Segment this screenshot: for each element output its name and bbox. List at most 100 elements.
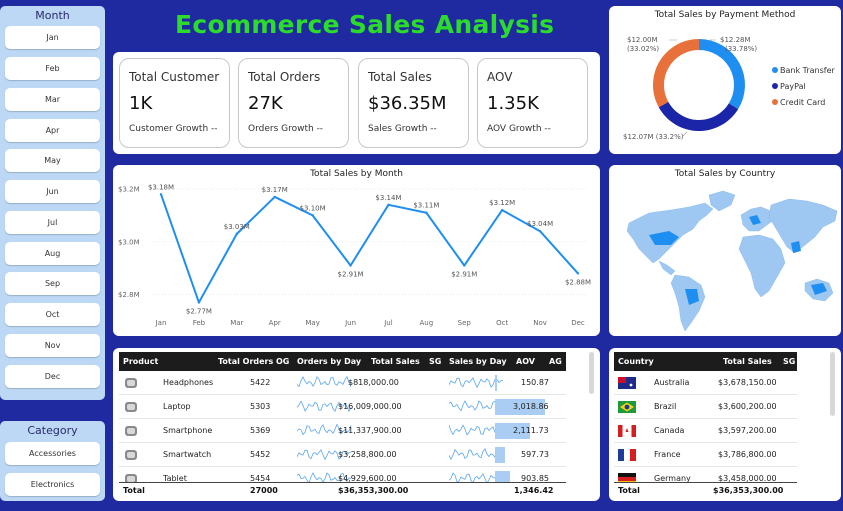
category-item-electronics[interactable]: Electronics	[5, 473, 100, 496]
table-row[interactable]: France $3,786,800.00	[614, 443, 797, 467]
laptop-icon	[123, 400, 139, 414]
month-item-sep[interactable]: Sep	[5, 272, 100, 295]
col-ag[interactable]: AG	[549, 352, 562, 371]
month-item-apr[interactable]: Apr	[5, 119, 100, 142]
table-row[interactable]: Canada $3,597,200.00	[614, 419, 797, 443]
france-flag-icon	[618, 449, 636, 461]
data-label: $3.14M	[375, 194, 401, 202]
product-orders: 5422	[250, 378, 271, 387]
slice-label-bank-value: $12.28M	[720, 36, 751, 44]
month-item-aug[interactable]: Aug	[5, 242, 100, 265]
kpi-growth: Customer Growth --	[129, 124, 218, 134]
product-table-header: Product Total Orders OG Orders by Day To…	[119, 352, 566, 371]
smartphone-icon	[123, 424, 139, 438]
aov-data-bar	[495, 447, 505, 463]
kpi-label: AOV	[487, 70, 513, 84]
col-aov[interactable]: AOV	[516, 352, 535, 371]
month-item-dec[interactable]: Dec	[5, 365, 100, 388]
product-orders: 5452	[250, 450, 271, 459]
col-total-sales[interactable]: Total Sales	[371, 352, 420, 371]
col-sales-by-day[interactable]: Sales by Day	[449, 352, 507, 371]
total-label: Total	[618, 486, 640, 495]
x-tick-label: Apr	[269, 319, 281, 327]
product-name: Smartwatch	[163, 450, 212, 459]
x-tick-label: Sep	[458, 319, 472, 327]
data-point	[235, 232, 239, 236]
data-point	[538, 230, 542, 233]
month-item-jan[interactable]: Jan	[5, 26, 100, 49]
col-sg[interactable]: SG	[783, 352, 795, 371]
product-thumb	[125, 378, 137, 388]
month-item-feb[interactable]: Feb	[5, 57, 100, 80]
month-item-oct[interactable]: Oct	[5, 303, 100, 326]
category-slicer: Category Accessories Electronics	[0, 421, 105, 501]
month-item-nov[interactable]: Nov	[5, 334, 100, 357]
kpi-growth: Orders Growth --	[248, 124, 324, 134]
table-row[interactable]: Smartphone 5369 $11,337,900.00 2,111.73	[119, 419, 566, 443]
product-table-scrollbar[interactable]	[589, 352, 594, 394]
kpi-card-aov: AOV 1.35K AOV Growth --	[477, 58, 588, 148]
data-point	[425, 211, 428, 214]
donut-slice-paypal[interactable]	[658, 101, 739, 131]
kpi-value: 1K	[129, 93, 153, 114]
product-sales: $11,337,900.00	[338, 426, 402, 435]
col-og[interactable]: OG	[276, 352, 289, 371]
sales-by-month-chart: Total Sales by Month $3.2M $3.0M $2.8M Jan F…	[113, 165, 600, 336]
table-row[interactable]: Laptop 5303 $16,009,000.00 3,018.86	[119, 395, 566, 419]
col-sg[interactable]: SG	[429, 352, 441, 371]
legend-dot-paypal	[772, 83, 778, 89]
product-thumb	[125, 450, 137, 460]
data-point	[349, 264, 352, 267]
month-item-mar[interactable]: Mar	[5, 88, 100, 111]
category-item-accessories[interactable]: Accessories	[5, 442, 100, 465]
month-item-jun[interactable]: Jun	[5, 180, 100, 203]
country-table-scrollbar[interactable]	[830, 352, 835, 416]
series-line	[160, 193, 579, 304]
world-map[interactable]	[609, 165, 841, 336]
legend-credit-card[interactable]: Credit Card	[780, 98, 825, 107]
product-aov: 2,111.73	[513, 426, 549, 435]
product-name: Smartphone	[163, 426, 213, 435]
aov-data-bar	[495, 375, 497, 391]
table-row[interactable]: Headphones 5422 $818,000.00 150.87	[119, 371, 566, 395]
donut-slice-credit-card[interactable]	[653, 39, 699, 108]
kpi-label: Total Customer	[129, 70, 220, 84]
country-name: Australia	[654, 378, 690, 387]
country-name: Brazil	[654, 402, 677, 411]
donut-chart: $12.28M (33.78%) $12.00M (33.02%) $12.07…	[623, 36, 836, 141]
orders-sparkline	[296, 375, 353, 389]
data-label: $3.03M	[224, 223, 250, 231]
month-item-jul[interactable]: Jul	[5, 211, 100, 234]
map-asia	[768, 198, 838, 254]
product-sales: $3,258,800.00	[338, 450, 397, 459]
table-row[interactable]: Smartwatch 5452 $3,258,800.00 597.73	[119, 443, 566, 467]
table-row[interactable]: Australia $3,678,150.00	[614, 371, 797, 395]
product-orders: 5303	[250, 402, 271, 411]
map-greenland	[708, 190, 736, 212]
col-product[interactable]: Product	[123, 352, 158, 371]
col-country[interactable]: Country	[618, 352, 654, 371]
category-slicer-title: Category	[27, 424, 78, 437]
slice-label-paypal: $12.07M (33.2%)	[623, 133, 684, 141]
smartwatch-icon	[123, 448, 139, 462]
col-total-orders[interactable]: Total Orders	[218, 352, 273, 371]
legend-dot-credit-card	[772, 99, 778, 105]
total-sales: $36,353,300.00	[713, 486, 784, 495]
legend-bank-transfer[interactable]: Bank Transfer	[780, 66, 836, 75]
total-label: Total	[123, 486, 145, 495]
kpi-value: 27K	[248, 93, 283, 114]
country-sales: $3,786,800.00	[718, 450, 777, 459]
legend-paypal[interactable]: PayPal	[780, 82, 806, 91]
kpi-card-total-sales: Total Sales $36.35M Sales Growth --	[358, 58, 469, 148]
table-row[interactable]: Brazil $3,600,200.00	[614, 395, 797, 419]
col-orders-by-day[interactable]: Orders by Day	[297, 352, 361, 371]
kpi-value: $36.35M	[368, 93, 447, 114]
data-label: $3.11M	[413, 202, 439, 210]
data-label: $3.10M	[300, 204, 326, 212]
col-total-sales[interactable]: Total Sales	[723, 352, 772, 371]
data-point	[197, 301, 201, 304]
product-thumb	[125, 426, 137, 436]
data-label: $2.88M	[565, 278, 591, 286]
x-tick-label: Nov	[533, 319, 547, 327]
month-item-may[interactable]: May	[5, 149, 100, 172]
